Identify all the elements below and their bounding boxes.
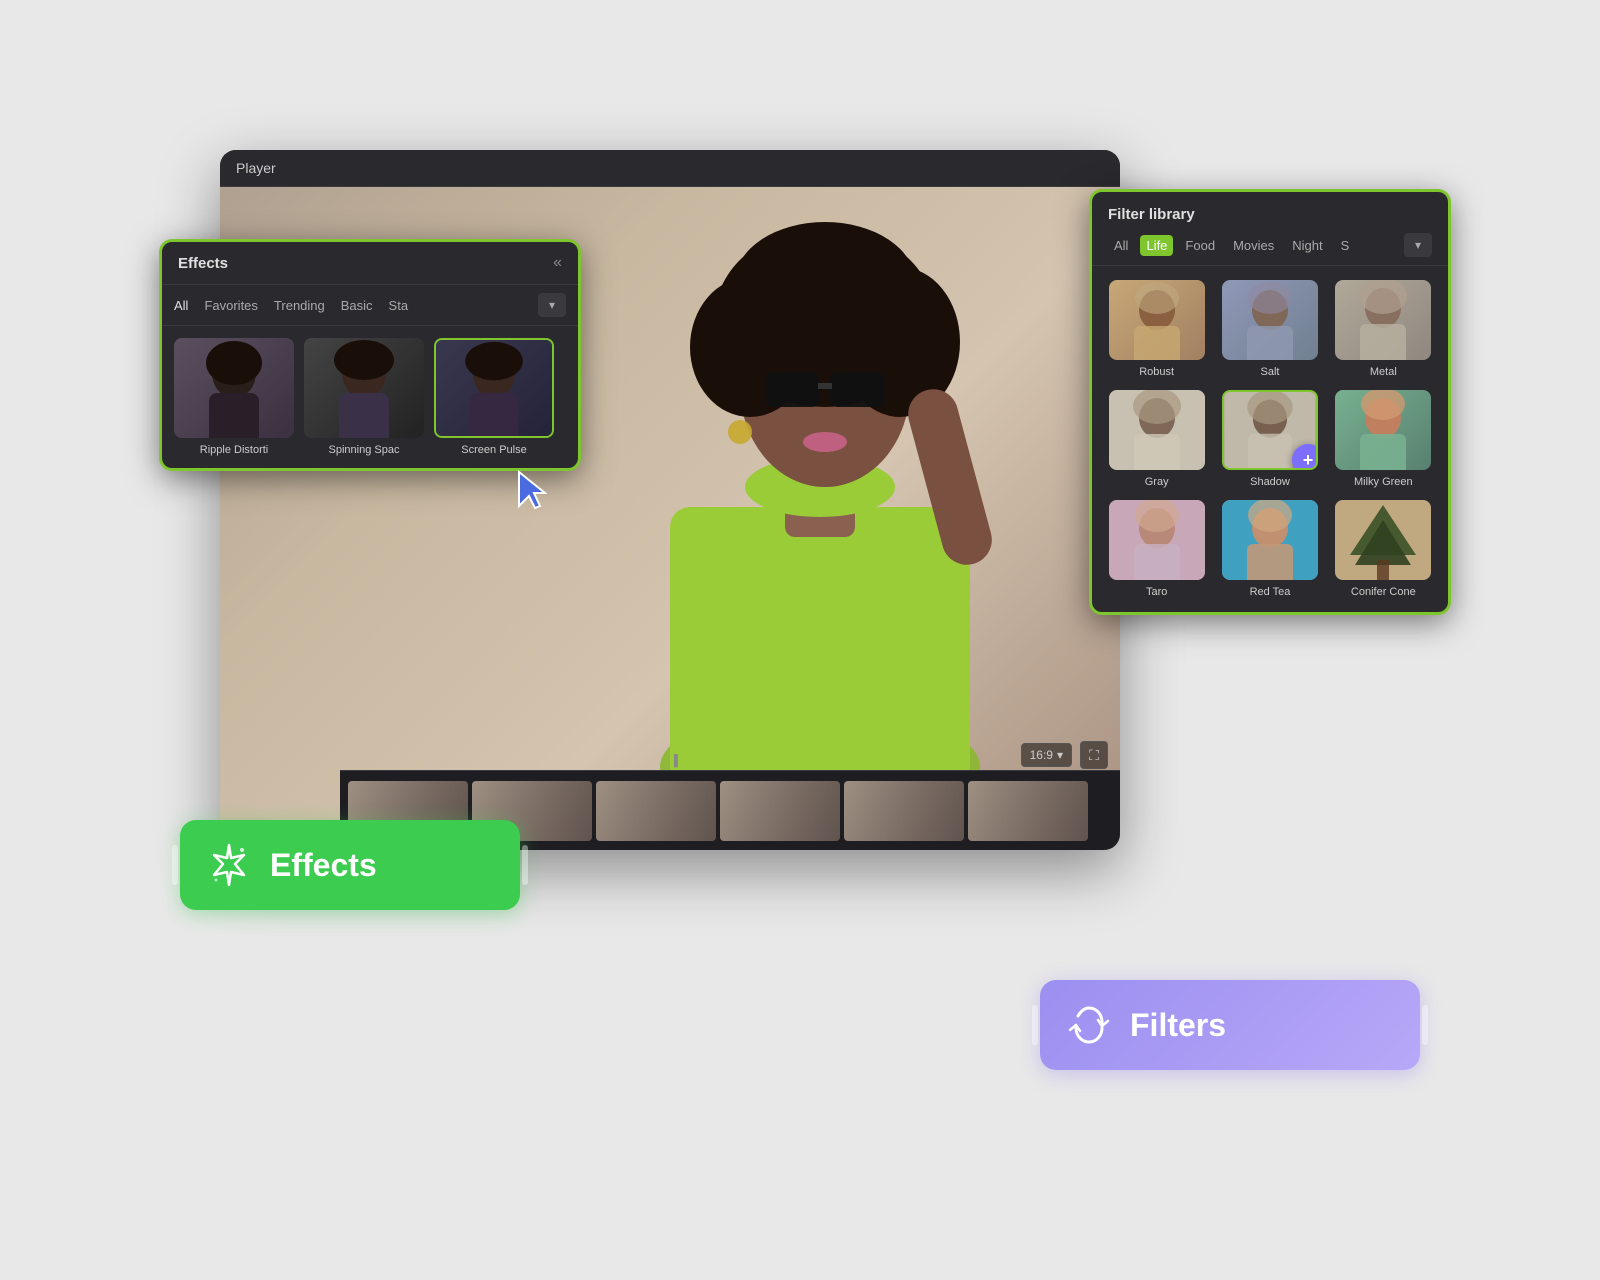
- timeline-thumb-5: [844, 781, 964, 841]
- filter-panel-header: Filter library All Life Food Movies Nigh…: [1092, 192, 1448, 266]
- filters-pill-icon: [1064, 1000, 1114, 1050]
- filter-thumb-taro: [1109, 500, 1205, 580]
- effects-tab-trending[interactable]: Trending: [274, 298, 325, 313]
- effect-label-screen-pulse: Screen Pulse: [461, 444, 526, 456]
- timeline-indicator: ▐: [670, 755, 678, 767]
- player-titlebar: Player: [220, 150, 1120, 187]
- effects-tab-favorites[interactable]: Favorites: [204, 298, 257, 313]
- filter-label-gray: Gray: [1145, 476, 1169, 488]
- aspect-ratio-button[interactable]: 16:9 ▾: [1021, 743, 1072, 767]
- effects-panel-tabs: All Favorites Trending Basic Sta ▾: [162, 285, 578, 326]
- filter-panel: Filter library All Life Food Movies Nigh…: [1090, 190, 1450, 614]
- timeline-thumb-6: [968, 781, 1088, 841]
- effect-thumb-spinning: [304, 338, 424, 438]
- effect-thumb-ripple: [174, 338, 294, 438]
- filter-thumb-red-tea: [1222, 500, 1318, 580]
- filter-tab-s[interactable]: S: [1335, 235, 1356, 256]
- filter-thumb-shadow: +: [1222, 390, 1318, 470]
- effects-pill-icon: [204, 840, 254, 890]
- filter-panel-title: Filter library: [1108, 206, 1432, 223]
- effects-panel: Effects « All Favorites Trending Basic S…: [160, 240, 580, 470]
- effects-tab-basic[interactable]: Basic: [341, 298, 373, 313]
- filter-label-metal: Metal: [1370, 366, 1397, 378]
- filters-pill-handle-left: [1032, 1005, 1038, 1045]
- filter-tab-food[interactable]: Food: [1179, 235, 1221, 256]
- effect-label-ripple: Ripple Distorti: [200, 444, 268, 456]
- filter-item-taro[interactable]: Taro: [1106, 500, 1207, 598]
- filter-item-milky-green[interactable]: Milky Green: [1333, 390, 1434, 488]
- filter-item-robust[interactable]: Robust: [1106, 280, 1207, 378]
- filter-tab-dropdown[interactable]: ▾: [1404, 233, 1432, 257]
- effects-pill[interactable]: Effects: [180, 820, 520, 910]
- effects-panel-header: Effects «: [162, 242, 578, 285]
- filter-item-gray[interactable]: Gray: [1106, 390, 1207, 488]
- filter-label-taro: Taro: [1146, 586, 1167, 598]
- effects-pill-text: Effects: [270, 847, 377, 884]
- filter-thumb-gray: [1109, 390, 1205, 470]
- filters-pill[interactable]: Filters: [1040, 980, 1420, 1070]
- filter-label-red-tea: Red Tea: [1250, 586, 1291, 598]
- filter-label-conifer-cone: Conifer Cone: [1351, 586, 1416, 598]
- filter-add-button[interactable]: +: [1292, 444, 1318, 470]
- filter-tab-night[interactable]: Night: [1286, 235, 1328, 256]
- filters-pill-text: Filters: [1130, 1007, 1226, 1044]
- filter-label-shadow: Shadow: [1250, 476, 1290, 488]
- effect-item-screen-pulse[interactable]: Screen Pulse: [434, 338, 554, 456]
- filter-label-salt: Salt: [1261, 366, 1280, 378]
- filter-thumb-conifer-cone: [1335, 500, 1431, 580]
- filter-tab-all[interactable]: All: [1108, 235, 1134, 256]
- effect-label-spinning: Spinning Spac: [329, 444, 400, 456]
- filter-item-shadow[interactable]: + Shadow: [1219, 390, 1320, 488]
- effects-tab-all[interactable]: All: [174, 298, 188, 313]
- filter-item-metal[interactable]: Metal: [1333, 280, 1434, 378]
- filter-thumb-metal: [1335, 280, 1431, 360]
- filter-label-milky-green: Milky Green: [1354, 476, 1413, 488]
- filters-pill-handle-right: [1422, 1005, 1428, 1045]
- effects-panel-title: Effects: [178, 255, 228, 272]
- effects-panel-close-icon[interactable]: «: [553, 254, 562, 272]
- effects-grid: Ripple Distorti Spinning Spac: [162, 326, 578, 468]
- player-title: Player: [236, 160, 276, 176]
- effects-pill-handle-right: [522, 845, 528, 885]
- filter-thumb-salt: [1222, 280, 1318, 360]
- effect-thumb-screen-pulse: [434, 338, 554, 438]
- fullscreen-button[interactable]: ⛶: [1080, 741, 1108, 769]
- timeline-thumb-4: [720, 781, 840, 841]
- filter-grid: Robust Salt: [1092, 266, 1448, 612]
- filter-item-red-tea[interactable]: Red Tea: [1219, 500, 1320, 598]
- effects-tab-dropdown[interactable]: ▾: [538, 293, 566, 317]
- effects-tab-sta[interactable]: Sta: [389, 298, 409, 313]
- player-controls-bar: 16:9 ▾ ⛶: [1021, 741, 1108, 769]
- filter-item-salt[interactable]: Salt: [1219, 280, 1320, 378]
- filter-thumb-robust: [1109, 280, 1205, 360]
- filter-thumb-milky-green: [1335, 390, 1431, 470]
- filter-label-robust: Robust: [1139, 366, 1174, 378]
- filter-tabs: All Life Food Movies Night S ▾: [1108, 233, 1432, 257]
- effects-pill-handle-left: [172, 845, 178, 885]
- effect-item-ripple[interactable]: Ripple Distorti: [174, 338, 294, 456]
- filter-tab-movies[interactable]: Movies: [1227, 235, 1280, 256]
- woman-figure: [570, 187, 1070, 807]
- scene: Player: [100, 90, 1500, 1190]
- timeline-thumb-3: [596, 781, 716, 841]
- filter-item-conifer-cone[interactable]: Conifer Cone: [1333, 500, 1434, 598]
- filter-tab-life[interactable]: Life: [1140, 235, 1173, 256]
- effect-item-spinning[interactable]: Spinning Spac: [304, 338, 424, 456]
